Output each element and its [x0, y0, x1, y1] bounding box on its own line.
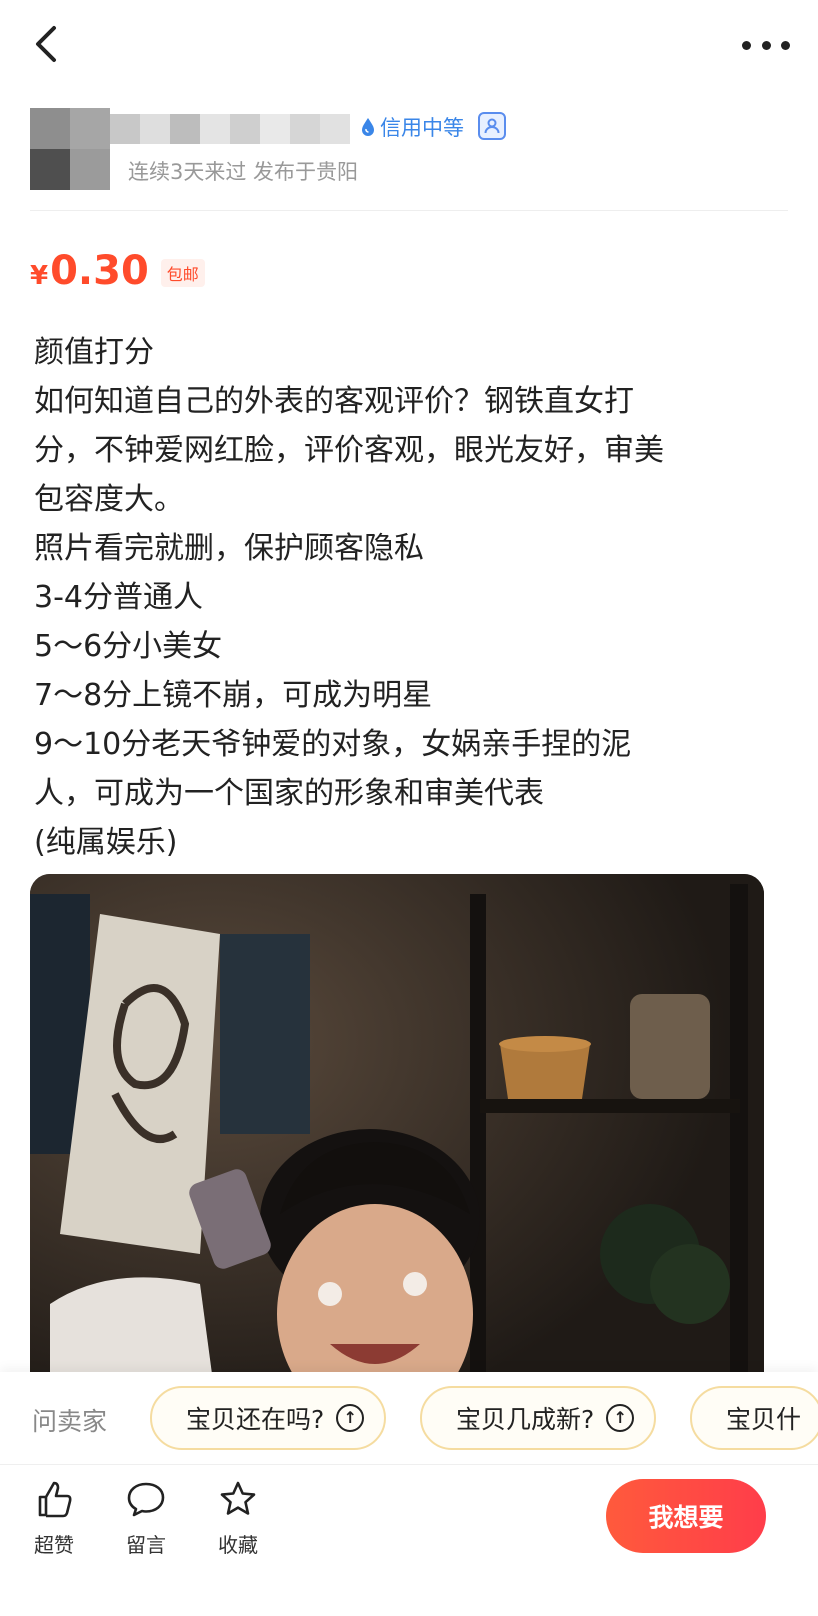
like-label: 超赞 [34, 1533, 74, 1557]
back-button[interactable] [28, 22, 68, 66]
top-bar [0, 0, 818, 92]
quick-question-chip[interactable]: 宝贝几成新? ↑ [420, 1386, 657, 1450]
quick-question-chip[interactable]: 宝贝还在吗? ↑ [150, 1386, 387, 1450]
description-line: 颜值打分 [34, 335, 154, 370]
seller-nickname-mosaic [110, 114, 350, 144]
description-line: (纯属娱乐) [34, 825, 178, 860]
credit-label: 信用中等 [380, 116, 464, 140]
currency-symbol: ¥ [30, 261, 49, 291]
description-line: 人，可成为一个国家的形象和审美代表 [34, 776, 544, 811]
chevron-left-icon [36, 26, 56, 62]
description-line: 如何知道自己的外表的客观评价？钢铁直女打 [34, 384, 634, 419]
seller-activity: 连续3天来过 发布于贵阳 [128, 160, 359, 184]
price-amount: 0.30 [50, 248, 149, 294]
avatar[interactable] [30, 108, 110, 190]
description-line: 9～10分老天爷钟爱的对象，女娲亲手捏的泥 [34, 727, 632, 762]
description-line: 3-4分普通人 [34, 580, 203, 615]
divider [30, 210, 788, 211]
bottom-action-bar: 超赞 留言 收藏 我想要 [0, 1464, 818, 1616]
ask-seller-bar: 问卖家 宝贝还在吗? ↑ 宝贝几成新? ↑ 宝贝什 [0, 1372, 818, 1464]
favorite-button[interactable]: 收藏 [208, 1479, 268, 1558]
quick-question-chip[interactable]: 宝贝什 [690, 1386, 818, 1450]
description-line: 7～8分上镜不崩，可成为明星 [34, 678, 433, 713]
comment-label: 留言 [126, 1533, 166, 1557]
description-line: 包容度大。 [34, 482, 184, 517]
want-button[interactable]: 我想要 [606, 1479, 766, 1553]
like-button[interactable]: 超赞 [24, 1479, 84, 1558]
arrow-up-circle-icon: ↑ [606, 1404, 635, 1432]
chip-label: 宝贝什 [726, 1405, 802, 1434]
ask-seller-label: 问卖家 [32, 1407, 108, 1436]
comment-button[interactable]: 留言 [116, 1479, 176, 1558]
thumbs-up-icon [38, 1481, 72, 1518]
seller-info[interactable]: 信用中等 连续3天来过 发布于贵阳 [30, 108, 790, 194]
credit-badge[interactable]: 信用中等 [360, 112, 464, 142]
shipping-tag: 包邮 [160, 259, 205, 287]
price-row: ¥ 0.30 包邮 [30, 248, 205, 298]
product-photo[interactable] [30, 874, 764, 1434]
description-line: 照片看完就删，保护顾客隐私 [34, 531, 424, 566]
verified-user-icon[interactable] [478, 112, 506, 140]
more-button[interactable] [742, 30, 790, 60]
more-dots-icon [742, 40, 751, 50]
item-description: 颜值打分 如何知道自己的外表的客观评价？钢铁直女打 分，不钟爱网红脸，评价客观，… [34, 328, 784, 867]
description-line: 5～6分小美女 [34, 629, 223, 664]
description-line: 分，不钟爱网红脸，评价客观，眼光友好，审美 [34, 433, 664, 468]
arrow-up-circle-icon: ↑ [336, 1404, 365, 1432]
comment-icon [127, 1482, 165, 1517]
favorite-label: 收藏 [218, 1533, 258, 1557]
water-drop-icon [362, 118, 374, 136]
star-icon [220, 1481, 256, 1515]
chip-label: 宝贝几成新? [456, 1405, 595, 1434]
chip-label: 宝贝还在吗? [186, 1405, 325, 1434]
